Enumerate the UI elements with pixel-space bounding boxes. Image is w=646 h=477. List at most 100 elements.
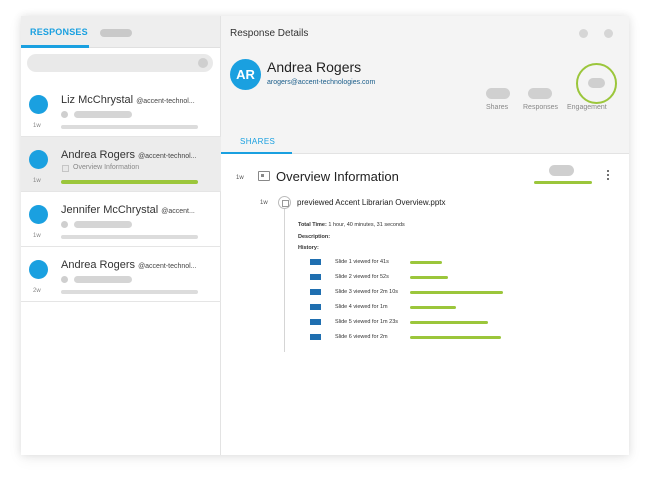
timeline-line — [284, 205, 285, 352]
list-item[interactable]: 1w Liz McChrystal @accent-technol... — [21, 82, 221, 137]
slide-viewed-text: viewed for — [353, 304, 379, 310]
item-progress-bar — [61, 125, 198, 129]
slide-thumbnail-icon — [310, 334, 321, 340]
list-item[interactable]: 1w Jennifer McChrystal @accent... — [21, 192, 221, 247]
page-title: Response Details — [230, 28, 309, 39]
responses-label: Responses — [523, 104, 559, 111]
slide-viewed-text: viewed for — [353, 334, 379, 340]
slide-thumbnail-icon — [310, 304, 321, 310]
item-name: Jennifer McChrystal @accent... — [61, 204, 195, 216]
list-item[interactable]: 2w Andrea Rogers @accent-technol... — [21, 247, 221, 302]
slide-duration: 1m 23s — [379, 319, 399, 325]
person-name: Andrea Rogers — [267, 59, 362, 75]
slide-row: Slide 4 viewed for 1m — [310, 303, 610, 311]
avatar — [29, 150, 48, 169]
item-sub-dot — [61, 221, 68, 228]
response-details-panel: Response Details AR Andrea Rogers aroger… — [221, 16, 629, 455]
slide-duration-bar — [410, 336, 501, 339]
engagement-value — [588, 78, 605, 88]
item-name-text: Liz McChrystal — [61, 94, 134, 106]
slide-viewed-text: viewed for — [353, 274, 379, 280]
slide-viewed-text: viewed for — [353, 259, 379, 265]
document-icon — [62, 165, 69, 172]
slide-duration: 41s — [379, 259, 389, 265]
slide-row: Slide 1 viewed for 41s — [310, 258, 610, 266]
tab-placeholder[interactable] — [100, 29, 132, 37]
item-sub-text: Overview Information — [73, 164, 140, 171]
item-name: Andrea Rogers @accent-technol... — [61, 149, 197, 161]
response-list: 1w Liz McChrystal @accent-technol... 1w … — [21, 82, 221, 302]
item-sub-placeholder — [74, 111, 132, 118]
window-control-icon[interactable] — [579, 29, 588, 38]
avatar — [29, 95, 48, 114]
event-time: 1w — [260, 200, 268, 206]
item-name: Liz McChrystal @accent-technol... — [61, 94, 195, 106]
event-title: previewed Accent Librarian Overview.pptx — [297, 198, 446, 207]
slide-duration: 2m 10s — [379, 289, 399, 295]
overview-progress-bar — [534, 181, 592, 184]
overview-title[interactable]: Overview Information — [276, 169, 399, 184]
engagement-ring[interactable] — [576, 63, 617, 104]
slide-duration-bar — [410, 291, 503, 294]
item-name-text: Jennifer McChrystal — [61, 204, 159, 216]
responses-count[interactable] — [528, 88, 552, 99]
slide-text: Slide 4 viewed for 1m — [335, 304, 388, 310]
item-sub-dot — [61, 276, 68, 283]
engagement-label: Engagement — [567, 104, 607, 111]
shares-count[interactable] — [486, 88, 510, 99]
item-progress-bar — [61, 290, 198, 294]
person-email[interactable]: arogers@accent-technologies.com — [267, 79, 375, 86]
slide-duration-bar — [410, 321, 488, 324]
more-options-icon[interactable] — [607, 170, 610, 181]
overview-time: 1w — [236, 175, 244, 181]
item-sub-placeholder — [74, 221, 132, 228]
item-time: 1w — [33, 123, 41, 129]
tab-shares[interactable]: SHARES — [240, 137, 275, 146]
item-sub-dot — [61, 111, 68, 118]
slide-duration-bar — [410, 306, 456, 309]
history-label-text: History: — [298, 245, 319, 251]
slide-text: Slide 3 viewed for 2m 10s — [335, 289, 398, 295]
slide-text: Slide 2 viewed for 52s — [335, 274, 389, 280]
search-input[interactable] — [27, 54, 213, 72]
slide-thumbnail-icon — [310, 319, 321, 325]
avatar — [29, 260, 48, 279]
slide-duration-bar — [410, 276, 448, 279]
slide-label: Slide 3 — [335, 289, 352, 295]
slide-text: Slide 6 viewed for 2m — [335, 334, 388, 340]
item-time: 1w — [33, 178, 41, 184]
slide-label: Slide 6 — [335, 334, 352, 340]
slide-label: Slide 2 — [335, 274, 352, 280]
left-tab-bar: RESPONSES — [21, 16, 220, 48]
list-item[interactable]: 1w Andrea Rogers @accent-technol... Over… — [21, 137, 221, 192]
item-name: Andrea Rogers @accent-technol... — [61, 259, 197, 271]
slide-duration-bar — [410, 261, 442, 264]
total-time-value: 1 hour, 40 minutes, 31 seconds — [328, 222, 405, 228]
description-label-text: Description: — [298, 234, 331, 240]
item-time: 1w — [33, 233, 41, 239]
tab-responses[interactable]: RESPONSES — [30, 27, 88, 37]
document-icon — [278, 196, 291, 209]
slide-row: Slide 5 viewed for 1m 23s — [310, 318, 610, 326]
overview-score — [549, 165, 574, 176]
app-window: RESPONSES 1w Liz McChrystal @accent-tech… — [21, 16, 629, 455]
slide-text: Slide 5 viewed for 1m 23s — [335, 319, 398, 325]
slide-thumbnail-icon — [310, 259, 321, 265]
item-name-text: Andrea Rogers — [61, 259, 135, 271]
item-handle: @accent-technol... — [138, 263, 197, 270]
slide-row: Slide 6 viewed for 2m — [310, 333, 610, 341]
responses-panel: RESPONSES 1w Liz McChrystal @accent-tech… — [21, 16, 221, 455]
slide-duration: 1m — [379, 304, 388, 310]
tab-shares-underline — [221, 152, 292, 154]
search-icon[interactable] — [198, 58, 208, 68]
shares-content: 1w Overview Information 1w previewed Acc… — [221, 155, 629, 455]
slide-row: Slide 2 viewed for 52s — [310, 273, 610, 281]
slide-text: Slide 1 viewed for 41s — [335, 259, 389, 265]
item-progress-bar — [61, 180, 198, 184]
presentation-icon — [258, 171, 270, 181]
slide-row: Slide 3 viewed for 2m 10s — [310, 288, 610, 296]
item-sub-placeholder — [74, 276, 132, 283]
slide-label: Slide 4 — [335, 304, 352, 310]
item-handle: @accent... — [161, 208, 195, 215]
window-control-icon[interactable] — [604, 29, 613, 38]
